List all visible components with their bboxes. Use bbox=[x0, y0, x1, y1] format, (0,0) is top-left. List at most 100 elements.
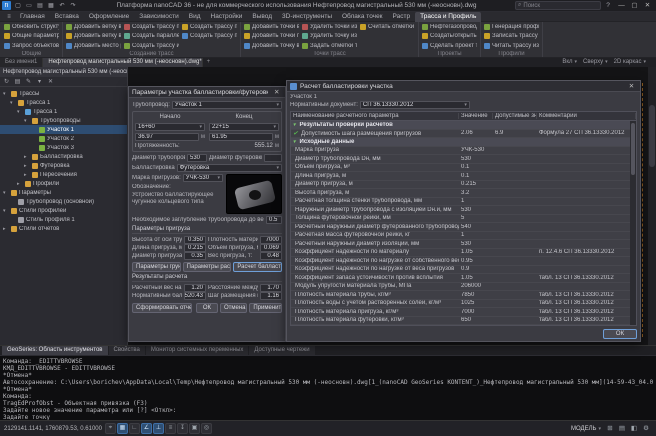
view-control-dropdown[interactable]: Сверху ▾ bbox=[583, 58, 608, 67]
dock-tab[interactable]: GeoSeries: Область инструментов bbox=[2, 346, 108, 355]
tree-item[interactable]: ▾ Трасса 1 bbox=[0, 98, 127, 107]
new-file-icon[interactable]: ▢ bbox=[13, 1, 23, 11]
param-field[interactable]: 0.215 bbox=[184, 244, 206, 252]
Плотность воды с учетом растворенных солей, кг/м³[interactable]: ▾✔Плотность воды с учетом растворенных с… bbox=[291, 300, 636, 309]
soil-params-button[interactable]: Параметры грунта засыпки bbox=[132, 262, 181, 272]
search-input[interactable]: ⌕ Поиск bbox=[515, 1, 601, 10]
ribbon-button[interactable]: Задать отметки точек с ЦМР bbox=[301, 41, 358, 51]
polar-toggle[interactable]: ∠ bbox=[141, 423, 152, 434]
dock-tab[interactable]: Монитор системных переменных bbox=[146, 346, 249, 355]
undo-icon[interactable]: ↶ bbox=[57, 1, 67, 11]
selection-cycling-toggle[interactable]: ◎ bbox=[201, 423, 212, 434]
param-field[interactable]: 0.069 bbox=[260, 244, 282, 252]
Плотность материала трубы, кг/м³[interactable]: ▾✔Плотность материала трубы, кг/м³ 7850 … bbox=[291, 291, 636, 300]
tree-item[interactable]: Участок 1 bbox=[0, 125, 127, 134]
tree-item[interactable]: ▸ Профили bbox=[0, 179, 127, 188]
Длина пригруза, м[interactable]: ▾✔Длина пригруза, м 0.1 bbox=[291, 172, 636, 181]
Плотность материала футеровки, кг/м³[interactable]: ▾✔Плотность материала футеровки, кг/м³ 6… bbox=[291, 317, 636, 326]
view-control-dropdown[interactable]: 2D каркас ▾ bbox=[614, 58, 646, 67]
collapse-icon[interactable]: ▾ bbox=[35, 78, 44, 86]
plot-icon[interactable]: ▦ bbox=[46, 1, 56, 11]
tree-item[interactable]: Участок 2 bbox=[0, 134, 127, 143]
ok-button[interactable]: ОК bbox=[196, 303, 218, 313]
Коэффициент надежности по материалу[interactable]: ▾✔Коэффициент надежности по материалу 1.… bbox=[291, 249, 636, 258]
Коэффициент надежности по нагрузке от собственного веса трубы[interactable]: ▾✔Коэффициент надежности по нагрузке от … bbox=[291, 257, 636, 266]
ribbon-button[interactable]: Обновить структуру трасс bbox=[3, 22, 60, 32]
workspace-icon[interactable]: ◧ bbox=[628, 423, 640, 434]
close-icon[interactable]: ✕ bbox=[626, 82, 637, 90]
Исходные данные[interactable]: ▾✔Исходные данные bbox=[291, 138, 636, 147]
weight-mark-select[interactable]: УЧК-530 ▾ bbox=[183, 174, 223, 182]
Допустимость шага размещения пригрузов[interactable]: ▾✔Допустимость шага размещения пригрузов… bbox=[291, 130, 636, 139]
ribbon-tab[interactable]: Зависимости bbox=[134, 12, 183, 22]
tree-item[interactable]: Трубопровод (основной) bbox=[0, 197, 127, 206]
refresh-icon[interactable]: ↻ bbox=[2, 78, 11, 86]
expander-icon[interactable]: ▸ bbox=[24, 172, 30, 178]
otrack-toggle[interactable]: ≡ bbox=[165, 423, 176, 434]
normative-doc-select[interactable]: СП 36.13330.2012 ▾ bbox=[360, 101, 470, 109]
tree-item[interactable]: ▾ Трубопроводы bbox=[0, 116, 127, 125]
ribbon-button[interactable]: Удалить точку из трассы bbox=[301, 32, 358, 42]
Объем пригруза, м³[interactable]: ▾✔Объем пригруза, м³ 0.1 bbox=[291, 164, 636, 173]
ortho-toggle[interactable]: ∟ bbox=[129, 423, 140, 434]
ribbon-tab[interactable]: Настройки bbox=[206, 12, 248, 22]
ribbon-button[interactable]: Удалить точки из всех трасс bbox=[301, 22, 358, 32]
close-panel-icon[interactable]: ✕ bbox=[46, 78, 55, 86]
expander-icon[interactable]: ▾ bbox=[3, 208, 9, 214]
scrollbar-thumb[interactable] bbox=[631, 123, 635, 175]
settings-icon[interactable]: ⚙ bbox=[640, 423, 652, 434]
Расчетная масса футеровочной рейки, кг[interactable]: ▾✔Расчетная масса футеровочной рейки, кг… bbox=[291, 232, 636, 241]
app-menu-icon[interactable]: ≡ bbox=[3, 14, 15, 20]
ribbon-button[interactable]: Общие параметры bbox=[3, 32, 60, 42]
Результаты проверки расчетов[interactable]: ▾✔Результаты проверки расчетов bbox=[291, 121, 636, 130]
tree-item[interactable]: ▾ Параметры bbox=[0, 188, 127, 197]
ribbon-button[interactable]: Читать трассу из БД проекта bbox=[483, 41, 540, 51]
calc-params-button[interactable]: Параметры расчета bbox=[183, 262, 232, 272]
expander-icon[interactable]: ▸ bbox=[24, 163, 30, 169]
expander-icon[interactable]: ▸ bbox=[17, 181, 23, 187]
command-line-panel[interactable]: Команда: _EDITTVBROWSEКМД_EDITTVBROWSE -… bbox=[0, 355, 656, 420]
Расчетный наружный диаметр футерованного трубопровода, мм[interactable]: ▾✔Расчетный наружный диаметр футерованно… bbox=[291, 223, 636, 232]
Модуль упругости материала трубы, МПа[interactable]: ▾✔Модуль упругости материала трубы, МПа … bbox=[291, 283, 636, 292]
list-view-icon[interactable]: ▤ bbox=[13, 78, 22, 86]
document-tab[interactable]: Нефтепровод магистральный 530 мм (-неосн… bbox=[43, 58, 203, 67]
table-scrollbar[interactable] bbox=[630, 121, 636, 325]
model-space-button[interactable]: МОДЕЛЬ ▾ bbox=[571, 426, 601, 432]
vertical-scrollbar[interactable] bbox=[648, 67, 656, 345]
dialog-title-bar[interactable]: Параметры участка балластировки/футеровк… bbox=[129, 87, 285, 98]
Расчетная толщина стенки трубопровода, мм[interactable]: ▾✔Расчетная толщина стенки трубопровода,… bbox=[291, 198, 636, 207]
ribbon-button[interactable]: Добавить место резки трубы bbox=[65, 41, 122, 51]
ribbon-tab[interactable]: Вид bbox=[184, 12, 206, 22]
ribbon-tab[interactable]: Растр bbox=[388, 12, 416, 22]
Диаметр пригруза, м[interactable]: ▾✔Диаметр пригруза, м 0.215 bbox=[291, 181, 636, 190]
tree-item[interactable]: ▾ Трассы bbox=[0, 89, 127, 98]
ribbon-button[interactable]: Запрос объектов трассы bbox=[3, 41, 60, 51]
ribbon-tab[interactable]: 3D-инструменты bbox=[277, 12, 337, 22]
ribbon-button[interactable]: Генерация профилей bbox=[483, 22, 540, 32]
ribbon-button[interactable]: Нефтегазопроводы проекта bbox=[421, 22, 478, 32]
ok-button[interactable]: ОК bbox=[603, 329, 637, 339]
dialog-title-bar[interactable]: Расчет балластировки участка ✕ bbox=[287, 81, 640, 92]
view-control-dropdown[interactable]: Вкл ▾ bbox=[562, 58, 577, 67]
Толщина футеровочной рейки, мм[interactable]: ▾✔Толщина футеровочной рейки, мм 5 bbox=[291, 215, 636, 224]
param-field[interactable]: 0.35 bbox=[184, 252, 206, 260]
expander-icon[interactable]: ▾ bbox=[24, 118, 30, 124]
ballast-type-select[interactable]: Футеровка ▾ bbox=[177, 164, 282, 172]
ribbon-tab[interactable]: Облака точек bbox=[337, 12, 388, 22]
param-field[interactable]: 7000 bbox=[260, 236, 282, 244]
tree-item[interactable]: ▾ Стили профилей bbox=[0, 206, 127, 215]
ribbon-button[interactable]: Создать трассу по 2D полилинии bbox=[123, 22, 180, 32]
start-elevation-field[interactable]: 36.97 bbox=[135, 133, 199, 141]
tree-item[interactable]: ▸ Футеровка bbox=[0, 161, 127, 170]
ribbon-tab[interactable]: Главная bbox=[15, 12, 50, 22]
snap-toggle[interactable]: ⌖ bbox=[105, 423, 116, 434]
ribbon-button[interactable]: Считать отметки точек с ЦМР bbox=[359, 22, 416, 32]
ribbon-tab[interactable]: Вывод bbox=[247, 12, 277, 22]
grid-toggle[interactable]: ▦ bbox=[117, 423, 128, 434]
close-icon[interactable]: ✕ bbox=[271, 88, 282, 96]
ribbon-button[interactable]: Сделать проект текущим bbox=[421, 41, 478, 51]
Плотность материала пригруза, кг/м³[interactable]: ▾✔Плотность материала пригруза, кг/м³ 70… bbox=[291, 308, 636, 317]
help-icon[interactable]: ? bbox=[603, 2, 613, 9]
Диаметр трубопровода Dн, мм[interactable]: ▾✔Диаметр трубопровода Dн, мм 530 bbox=[291, 155, 636, 164]
Марка пригруза[interactable]: ▾✔Марка пригруза УЧК-530 bbox=[291, 147, 636, 156]
